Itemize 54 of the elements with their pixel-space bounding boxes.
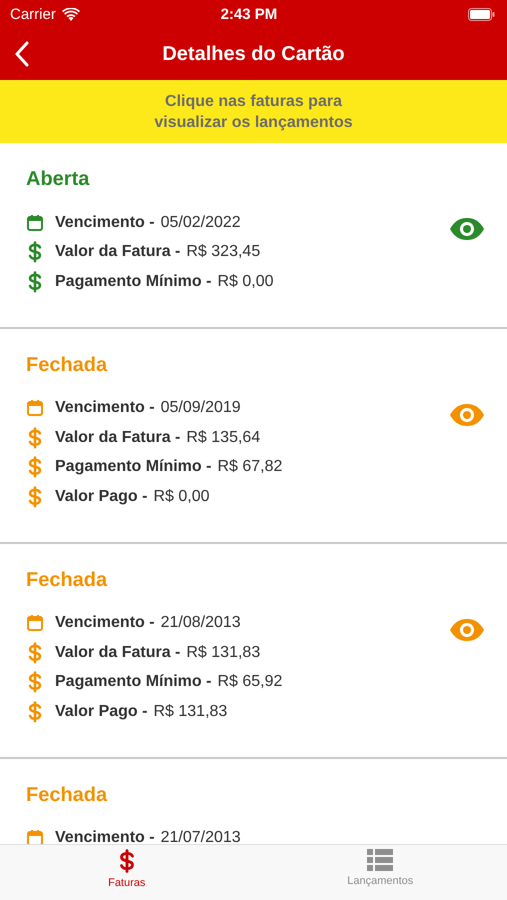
calendar-icon <box>26 399 44 418</box>
eye-icon[interactable] <box>449 217 485 241</box>
field-value: 05/09/2019 <box>160 399 241 418</box>
field-label: Vencimento - <box>55 614 155 632</box>
dollar-icon <box>26 270 44 293</box>
hint-text: Clique nas faturas para <box>165 92 342 112</box>
field-label: Pagamento Mínimo - <box>55 272 212 291</box>
field-value: R$ 135,64 <box>186 428 260 447</box>
eye-icon[interactable] <box>449 402 485 426</box>
battery-icon <box>468 8 495 20</box>
field-label: Vencimento - <box>55 214 155 232</box>
status-title: Fechada <box>26 354 108 376</box>
tab-button[interactable]: Lançamentos <box>254 845 507 900</box>
tab-button[interactable]: Faturas <box>0 845 254 900</box>
field-label: Valor Pago - <box>55 702 148 721</box>
field-value: 05/02/2022 <box>160 214 241 232</box>
dollar-icon <box>26 700 44 723</box>
field-value: 21/08/2013 <box>160 614 241 632</box>
field-label: Vencimento - <box>55 829 155 844</box>
dollar-icon <box>26 456 44 478</box>
field-label: Valor da Fatura - <box>55 243 180 262</box>
dollar-icon <box>26 426 44 449</box>
field-label: Pagamento Mínimo - <box>55 458 212 476</box>
dollar-icon <box>26 486 44 508</box>
field-value: R$ 131,83 <box>153 702 228 721</box>
field-value: R$ 67,82 <box>217 458 282 476</box>
field-label: Pagamento Mínimo - <box>55 673 212 692</box>
field-value: R$ 0,00 <box>153 488 210 506</box>
carrier-label: Carrier <box>10 6 56 22</box>
field-value: R$ 0,00 <box>217 272 274 291</box>
field-label: Valor da Fatura - <box>55 428 180 447</box>
calendar-icon <box>26 829 44 844</box>
field-value: R$ 323,45 <box>186 243 260 262</box>
wifi-icon <box>62 8 80 20</box>
calendar-icon <box>26 214 44 232</box>
eye-icon[interactable] <box>449 618 485 642</box>
status-title: Aberta <box>26 168 90 191</box>
status-time: 2:43 PM <box>220 6 278 22</box>
hint-text: visualizar os lançamentos <box>154 112 353 132</box>
field-label: Valor Pago - <box>55 488 148 506</box>
field-label: Vencimento - <box>55 399 155 418</box>
field-value: 21/07/2013 <box>160 829 241 844</box>
screen-title: Detalhes do Cartão <box>162 42 345 66</box>
back-icon[interactable] <box>14 41 30 67</box>
dollar-icon <box>26 241 44 264</box>
status-title: Fechada <box>26 784 108 806</box>
field-label: Valor da Fatura - <box>55 644 180 662</box>
field-value: R$ 65,92 <box>217 673 282 692</box>
list-icon <box>367 849 394 871</box>
calendar-icon <box>26 614 44 632</box>
status-title: Fechada <box>26 568 108 592</box>
dollar-icon <box>26 671 44 694</box>
dollar-icon <box>26 642 44 664</box>
field-value: R$ 131,83 <box>186 644 260 662</box>
